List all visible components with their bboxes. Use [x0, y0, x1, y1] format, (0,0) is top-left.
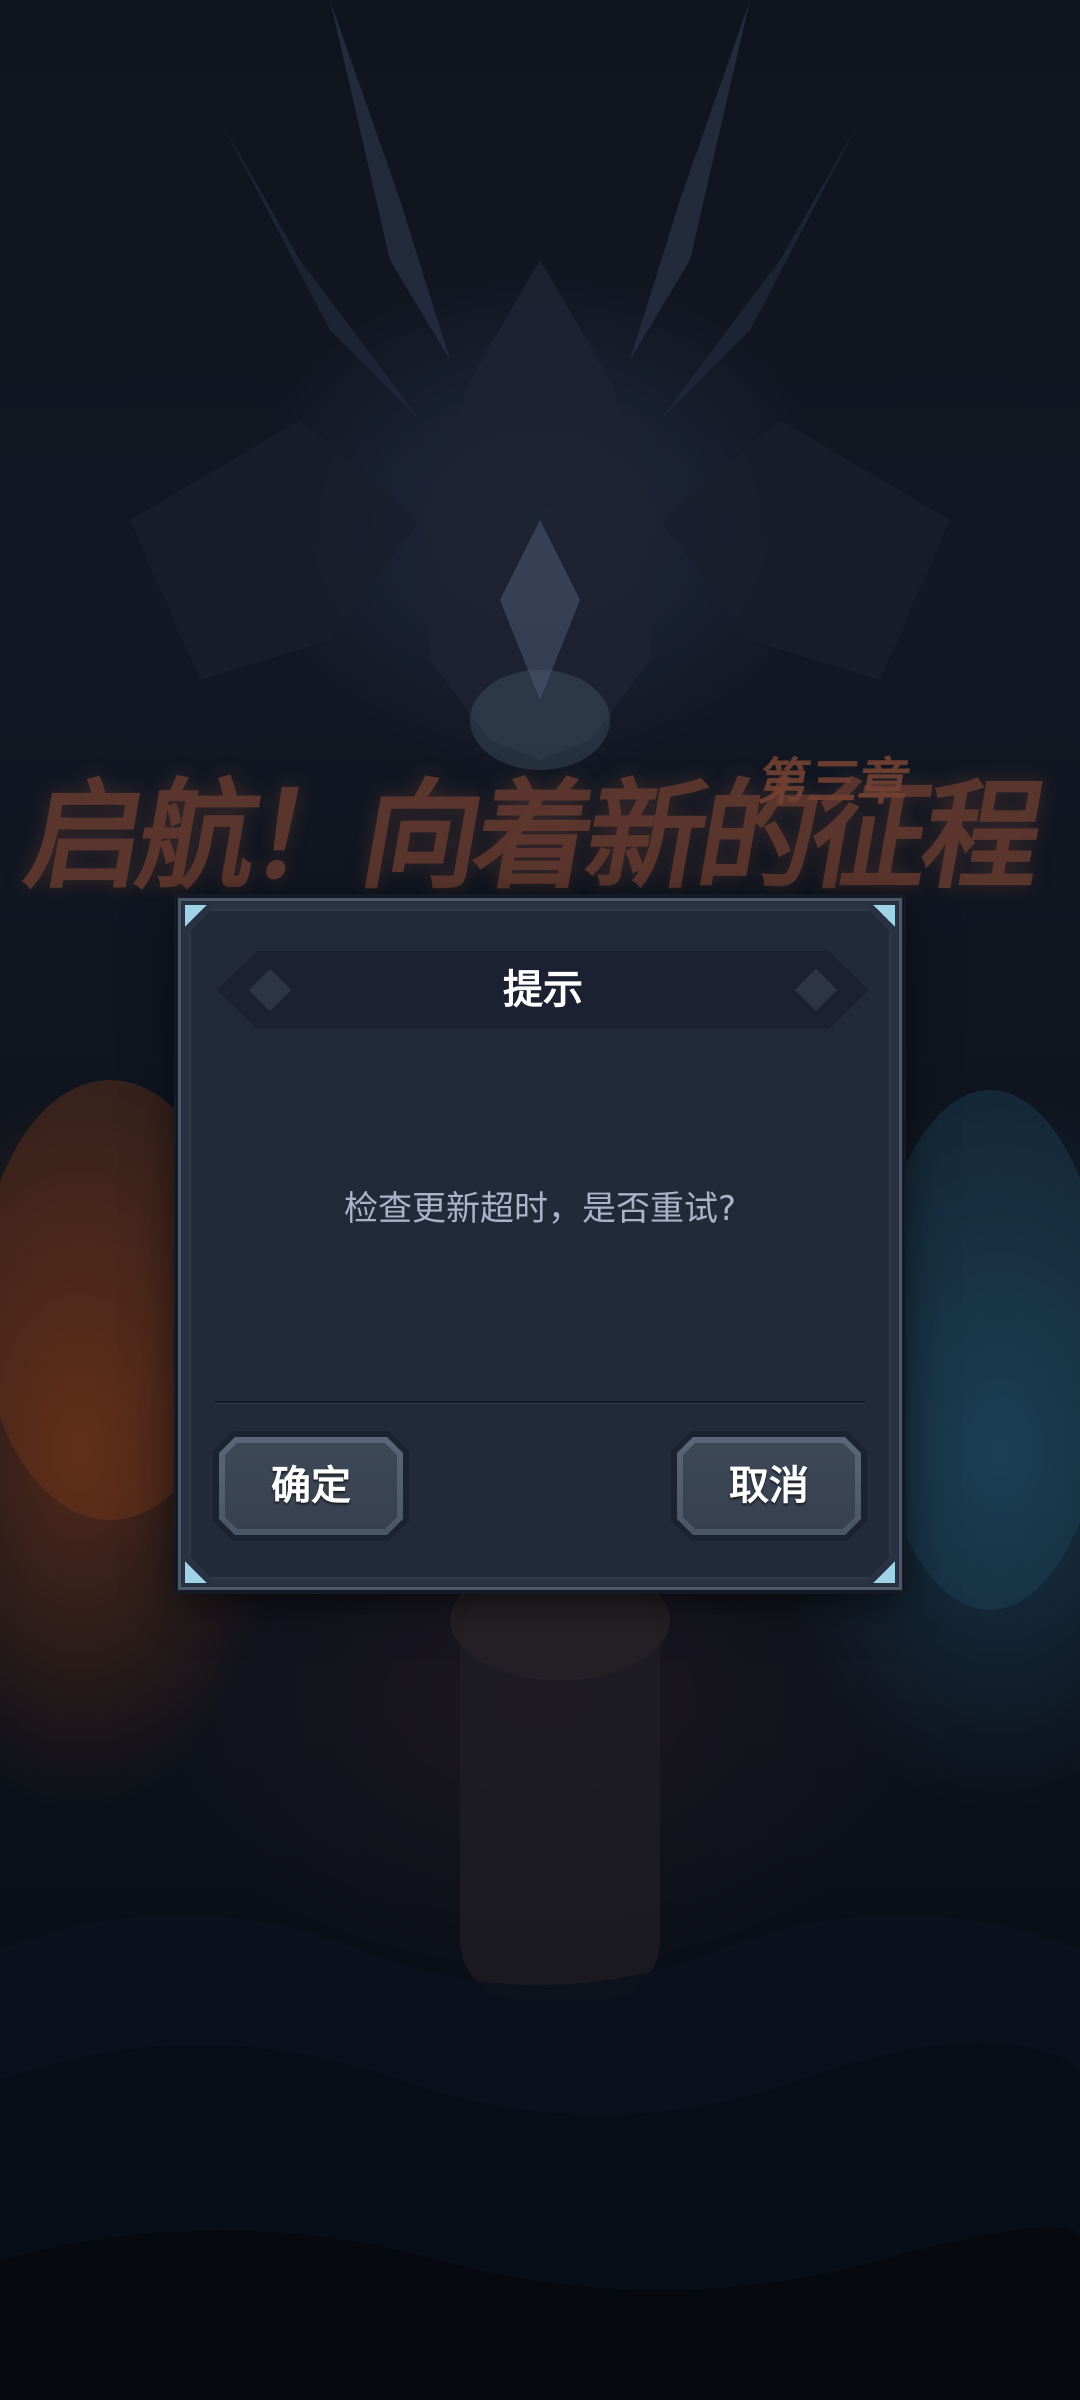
cancel-button-label: 取消 [729, 1463, 809, 1509]
dialog-title-bar: 提示 [217, 951, 869, 1029]
dialog-title: 提示 [503, 967, 583, 1013]
cancel-button[interactable]: 取消 [671, 1431, 867, 1541]
confirm-button-label: 确定 [271, 1463, 351, 1509]
corner-accent-icon [873, 1561, 895, 1583]
corner-accent-icon [185, 1561, 207, 1583]
update-timeout-dialog: 提示 检查更新超时，是否重试? 确定 取消 [178, 898, 902, 1590]
corner-accent-icon [873, 905, 895, 927]
game-screen: 启航！向着新的征程 第三章 提示 检查更新超时，是否重试? 确定 取消 [0, 0, 1080, 2400]
dialog-message: 检查更新超时，是否重试? [343, 1189, 737, 1229]
corner-accent-icon [185, 905, 207, 927]
dialog-divider [215, 1401, 865, 1404]
confirm-button[interactable]: 确定 [213, 1431, 409, 1541]
